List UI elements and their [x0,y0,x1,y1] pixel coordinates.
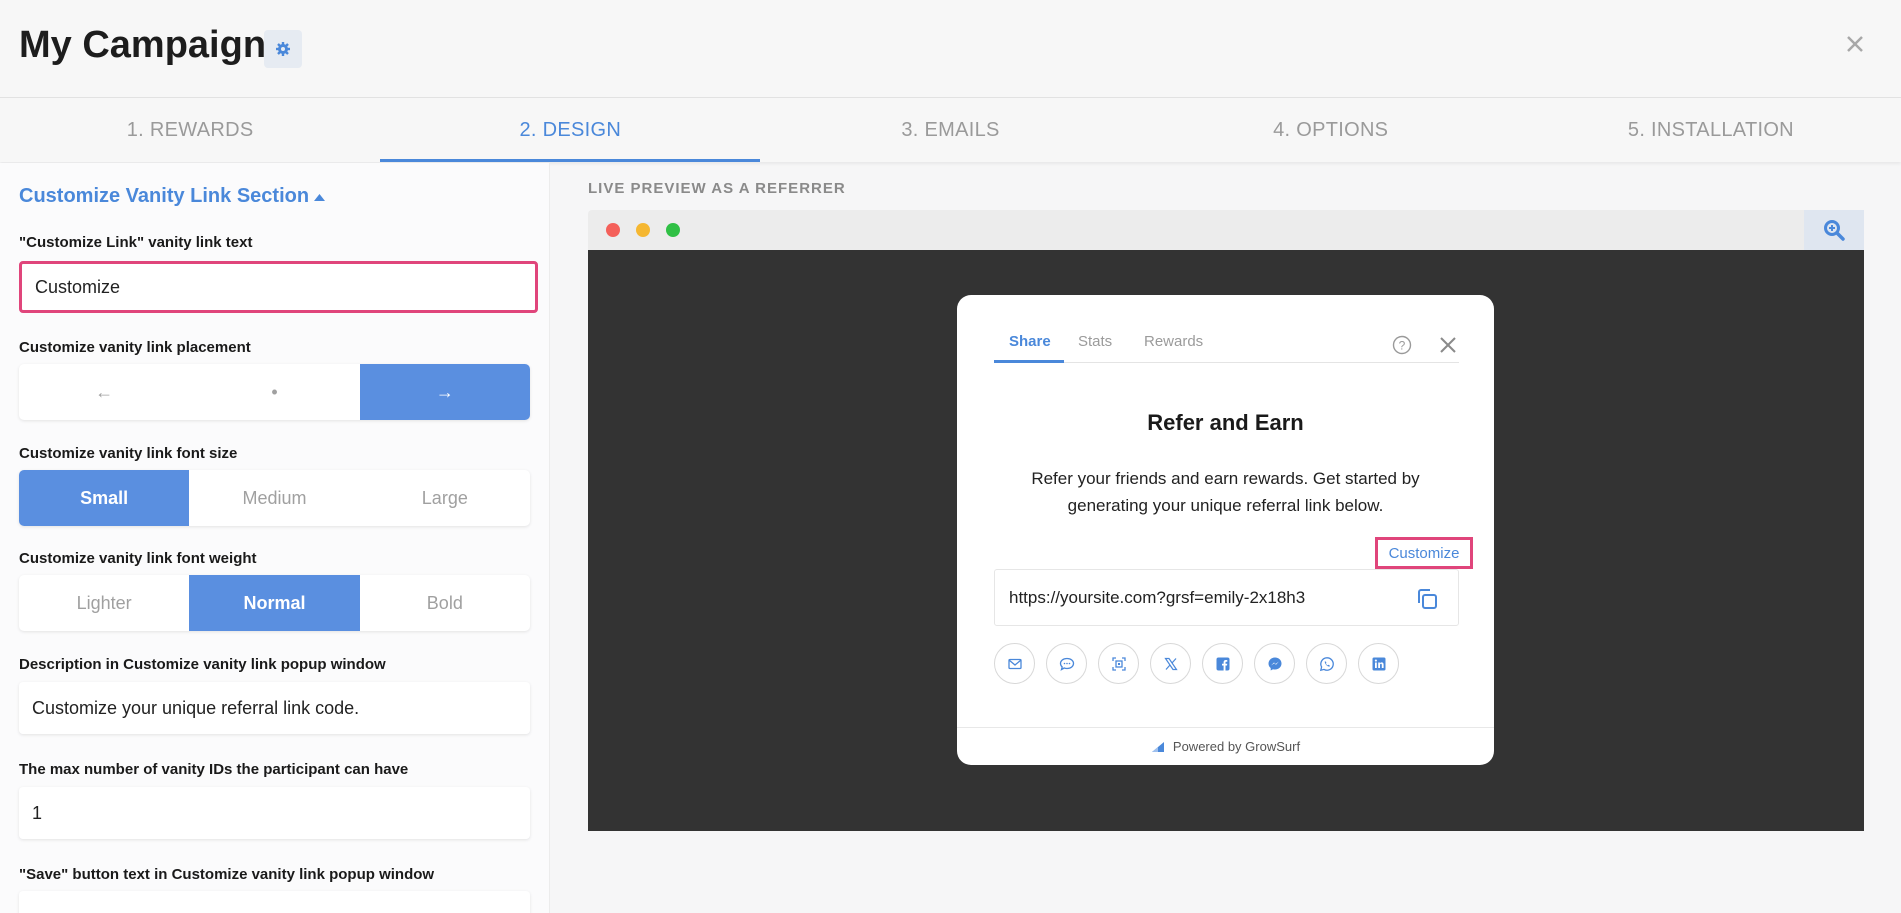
referral-link-box[interactable]: https://yoursite.com?grsf=emily-2x18h3 [994,569,1459,626]
window-minimize-dot [636,223,650,237]
help-button[interactable]: ? [1392,335,1412,355]
description-label: Description in Customize vanity link pop… [19,656,386,673]
placement-right-option[interactable]: → [359,364,530,420]
font-weight-selector: Lighter Normal Bold [19,575,530,631]
step-tabs: 1. REWARDS 2. DESIGN 3. EMAILS 4. OPTION… [0,98,1901,162]
help-icon: ? [1392,335,1412,355]
popup-tab-stats[interactable]: Stats [1078,333,1112,350]
share-facebook-button[interactable] [1202,643,1243,684]
popup-tabs: Share Stats Rewards [994,325,1459,363]
font-weight-label: Customize vanity link font weight [19,550,257,567]
qr-code-icon [1111,656,1126,671]
font-size-large-option[interactable]: Large [360,470,530,526]
campaign-header: My Campaign [0,0,1901,98]
section-toggle[interactable]: Customize Vanity Link Section [19,185,326,208]
facebook-icon [1216,657,1229,670]
customize-vanity-link[interactable]: Customize [1375,537,1473,569]
growsurf-logo-icon [1151,741,1164,752]
share-x-button[interactable] [1150,643,1191,684]
font-weight-lighter-option[interactable]: Lighter [19,575,189,631]
popup-title: Refer and Earn [1147,410,1304,435]
email-icon [1007,658,1022,669]
messenger-icon [1268,657,1281,670]
font-size-label: Customize vanity link font size [19,445,238,462]
close-icon [1440,337,1456,353]
placement-label: Customize vanity link placement [19,339,251,356]
close-button[interactable] [1841,30,1869,58]
page-title: My Campaign [19,24,267,66]
font-weight-bold-option[interactable]: Bold [360,575,530,631]
font-weight-normal-option[interactable]: Normal [189,575,360,631]
caret-up-icon [314,193,326,201]
description-input[interactable]: Customize your unique referral link code… [19,682,530,734]
window-close-dot [606,223,620,237]
preview-label: LIVE PREVIEW AS A REFERRER [588,180,846,197]
font-size-small-option[interactable]: Small [19,470,190,526]
tab-options[interactable]: 4. OPTIONS [1141,98,1521,162]
zoom-button[interactable] [1804,210,1864,250]
font-size-selector: Small Medium Large [19,470,530,526]
gear-icon [276,42,290,56]
max-ids-label: The max number of vanity IDs the partici… [19,761,409,778]
save-button-text-label: "Save" button text in Customize vanity l… [19,866,435,883]
share-messenger-button[interactable] [1254,643,1295,684]
section-title: Customize Vanity Link Section [19,185,310,207]
window-maximize-dot [666,223,680,237]
share-email-button[interactable] [994,643,1035,684]
tab-design[interactable]: 2. DESIGN [380,98,761,162]
x-icon [1163,657,1178,670]
font-size-medium-option[interactable]: Medium [189,470,359,526]
svg-text:?: ? [1399,339,1406,353]
zoom-icon [1824,220,1845,241]
placement-center-option[interactable]: • [189,364,359,420]
popup-tab-share[interactable]: Share [1009,333,1051,350]
referral-popup: Share Stats Rewards ? Refer and Earn Ref… [957,295,1494,765]
copy-icon[interactable] [1414,586,1440,612]
close-icon [1847,36,1863,52]
share-linkedin-button[interactable] [1358,643,1399,684]
settings-panel: Customize Vanity Link Section "Customize… [0,163,550,913]
tab-installation[interactable]: 5. INSTALLATION [1521,98,1901,162]
whatsapp-icon [1319,656,1334,671]
share-sms-button[interactable] [1046,643,1087,684]
popup-footer: Powered by GrowSurf [957,727,1494,765]
placement-left-option[interactable]: ← [19,364,189,420]
sms-icon [1059,657,1074,671]
popup-close-button[interactable] [1438,335,1458,355]
placement-selector: ← • → [19,364,530,420]
powered-by-text: Powered by GrowSurf [1172,739,1301,754]
social-share-buttons [994,643,1399,684]
max-ids-input[interactable]: 1 [19,787,530,839]
tab-emails[interactable]: 3. EMAILS [760,98,1140,162]
link-text-label: "Customize Link" vanity link text [19,234,253,251]
linkedin-icon [1372,657,1385,670]
tab-rewards[interactable]: 1. REWARDS [0,98,380,162]
popup-description: Refer your friends and earn rewards. Get… [1031,469,1420,515]
browser-chrome [588,210,1864,250]
referral-link-text: https://yoursite.com?grsf=emily-2x18h3 [1009,587,1306,607]
save-button-text-input[interactable] [19,891,530,913]
popup-tab-rewards[interactable]: Rewards [1144,333,1203,350]
share-whatsapp-button[interactable] [1306,643,1347,684]
settings-button[interactable] [264,30,302,68]
active-tab-indicator [994,360,1064,363]
link-text-input[interactable]: Customize [19,261,538,313]
share-qr-button[interactable] [1098,643,1139,684]
